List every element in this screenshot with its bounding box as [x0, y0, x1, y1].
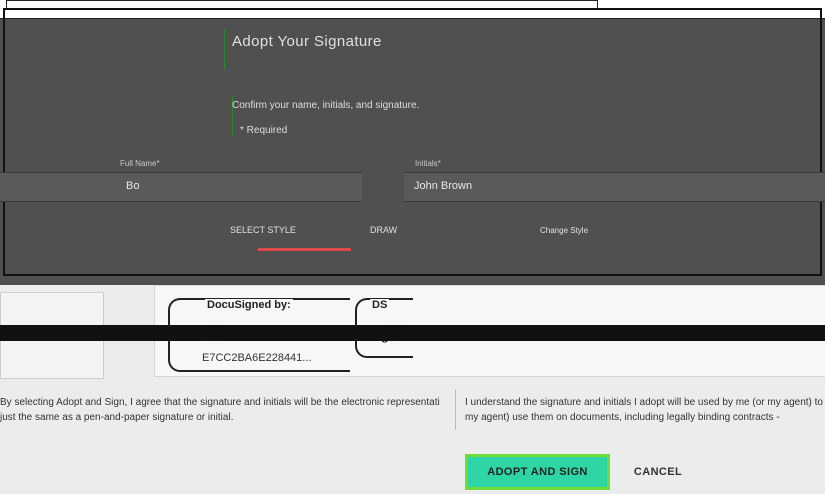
legal-divider — [455, 390, 456, 430]
dialog-title: Adopt Your Signature — [232, 33, 382, 50]
initials-label: Initials* — [415, 159, 441, 168]
legal-right-line2: my agent) use them on documents, includi… — [465, 412, 780, 423]
adopt-and-sign-button[interactable]: ADOPT AND SIGN — [465, 454, 610, 490]
legal-text-right: I understand the signature and initials … — [465, 395, 825, 425]
change-style-link[interactable]: Change Style — [540, 226, 588, 235]
legal-right-line1: I understand the signature and initials … — [465, 397, 825, 408]
tab-draw[interactable]: DRAW — [370, 225, 397, 235]
initials-value: John Brown — [414, 180, 473, 192]
adopt-signature-dialog — [3, 8, 822, 276]
signature-name: Bo — [205, 324, 228, 344]
ds-label: DS — [370, 299, 390, 311]
signature-hash: E7CC2BA6E228441... — [202, 352, 312, 364]
full-name-field[interactable]: Bo — [0, 172, 362, 202]
initials-mark: JB — [385, 324, 405, 344]
signature-scribble — [0, 325, 825, 341]
legal-left-line2: just the same as a pen-and-paper signatu… — [0, 412, 234, 423]
required-note: * Required — [240, 125, 288, 136]
legal-text-left: By selecting Adopt and Sign, I agree tha… — [0, 395, 440, 425]
focus-line — [224, 30, 225, 70]
full-name-value: Bo — [126, 180, 140, 192]
legal-left-line1: By selecting Adopt and Sign, I agree tha… — [0, 397, 440, 408]
initials-field[interactable]: John Brown — [404, 172, 825, 202]
confirm-instructions: Confirm your name, initials, and signatu… — [232, 100, 420, 111]
active-tab-indicator — [258, 248, 351, 251]
cancel-button[interactable]: CANCEL — [628, 454, 688, 490]
tab-select-style[interactable]: SELECT STYLE — [230, 225, 296, 235]
full-name-label: Full Name* — [120, 159, 160, 168]
docusigned-by-label: DocuSigned by: — [205, 299, 293, 311]
